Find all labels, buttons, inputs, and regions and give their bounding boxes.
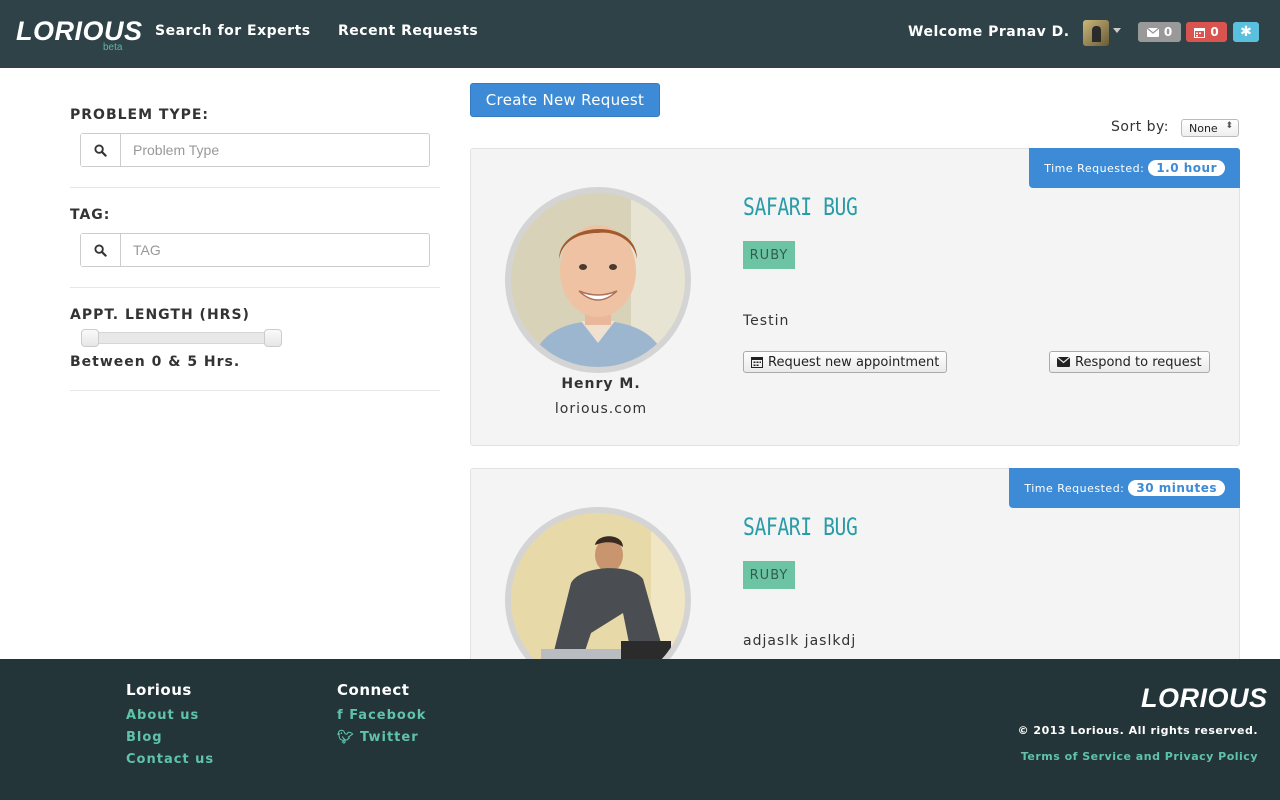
footer-lorious-heading: Lorious: [126, 681, 192, 699]
expert-site[interactable]: lorious.com: [501, 401, 701, 417]
person-photo-icon: [511, 193, 685, 367]
facebook-label: Facebook: [349, 708, 427, 723]
search-icon: [81, 234, 121, 266]
request-appointment-label: Request new appointment: [768, 354, 940, 370]
footer-terms-link[interactable]: Terms of Service and Privacy Policy: [1021, 750, 1258, 763]
problem-type-label: PROBLEM TYPE:: [70, 107, 210, 123]
twitter-label: Twitter: [360, 730, 419, 745]
request-description: Testin: [743, 313, 790, 329]
time-requested-label: Time Requested:: [1044, 161, 1145, 175]
tag-search[interactable]: [80, 233, 430, 267]
ruby-tag[interactable]: RUBY: [743, 561, 795, 589]
footer-copyright: © 2013 Lorious. All rights reserved.: [1017, 724, 1258, 737]
logo-beta-label: beta: [103, 42, 123, 53]
request-card: Time Requested: 1.0 hour Henry M. loriou…: [470, 148, 1240, 446]
request-description: adjaslk jaslkdj: [743, 633, 857, 649]
respond-request-button[interactable]: Respond to request: [1049, 351, 1210, 373]
problem-type-search[interactable]: [80, 133, 430, 167]
settings-button[interactable]: ✱: [1233, 22, 1259, 42]
sidebar-divider: [70, 287, 440, 288]
expert-name: Henry M.: [561, 376, 641, 392]
footer: Lorious About us Blog Contact us Connect…: [0, 659, 1280, 800]
welcome-text: Welcome Pranav D.: [908, 24, 1070, 40]
tag-label: TAG:: [70, 207, 111, 223]
nav-search-experts[interactable]: Search for Experts: [155, 23, 311, 39]
ruby-tag[interactable]: RUBY: [743, 241, 795, 269]
respond-request-label: Respond to request: [1075, 354, 1202, 370]
expert-photo[interactable]: [505, 187, 691, 373]
envelope-icon: [1057, 357, 1070, 367]
calendar-icon: [751, 357, 763, 368]
create-request-button[interactable]: Create New Request: [470, 83, 660, 117]
time-requested-tag: Time Requested: 30 minutes: [1009, 468, 1240, 508]
nav-recent-requests[interactable]: Recent Requests: [338, 23, 478, 39]
request-title[interactable]: SAFARI BUG: [743, 193, 858, 221]
calendar-badge[interactable]: 0: [1186, 22, 1227, 42]
tag-input[interactable]: [121, 234, 429, 266]
footer-logo[interactable]: LORIOUS: [1141, 683, 1268, 714]
footer-connect-heading: Connect: [337, 681, 410, 699]
sort-label: Sort by:: [1111, 119, 1170, 135]
time-requested-label: Time Requested:: [1024, 481, 1125, 495]
appt-length-label: APPT. LENGTH (HRS): [70, 307, 250, 323]
footer-contact-link[interactable]: Contact us: [126, 752, 214, 767]
sidebar-divider: [70, 187, 440, 188]
appt-length-slider[interactable]: [82, 332, 278, 344]
footer-blog-link[interactable]: Blog: [126, 730, 163, 745]
search-icon: [81, 134, 121, 166]
calendar-count: 0: [1210, 25, 1219, 39]
twitter-icon: 🐦︎: [337, 730, 355, 745]
slider-handle-min[interactable]: [81, 329, 99, 347]
user-avatar[interactable]: [1083, 20, 1109, 46]
appt-range-text: Between 0 & 5 Hrs.: [70, 354, 241, 370]
facebook-icon: f: [337, 708, 344, 723]
footer-about-link[interactable]: About us: [126, 708, 199, 723]
calendar-icon: [1194, 27, 1206, 38]
navbar: LORIOUS beta Search for Experts Recent R…: [0, 0, 1280, 68]
chevron-down-icon[interactable]: [1113, 28, 1121, 33]
time-requested-value: 1.0 hour: [1148, 160, 1225, 176]
slider-handle-max[interactable]: [264, 329, 282, 347]
asterisk-icon: ✱: [1240, 24, 1252, 40]
sort-value: None: [1189, 121, 1218, 135]
mail-badge[interactable]: 0: [1138, 22, 1181, 42]
envelope-icon: [1146, 27, 1159, 37]
request-title[interactable]: SAFARI BUG: [743, 513, 858, 541]
problem-type-input[interactable]: [121, 134, 429, 166]
header-logo[interactable]: LORIOUS: [16, 16, 143, 47]
sort-select[interactable]: None: [1181, 119, 1239, 137]
footer-twitter-link[interactable]: 🐦︎ Twitter: [337, 730, 419, 745]
sidebar-divider: [70, 390, 440, 391]
mail-count: 0: [1163, 25, 1173, 39]
time-requested-tag: Time Requested: 1.0 hour: [1029, 148, 1240, 188]
footer-facebook-link[interactable]: f Facebook: [337, 708, 426, 723]
time-requested-value: 30 minutes: [1128, 480, 1225, 496]
request-appointment-button[interactable]: Request new appointment: [743, 351, 948, 373]
